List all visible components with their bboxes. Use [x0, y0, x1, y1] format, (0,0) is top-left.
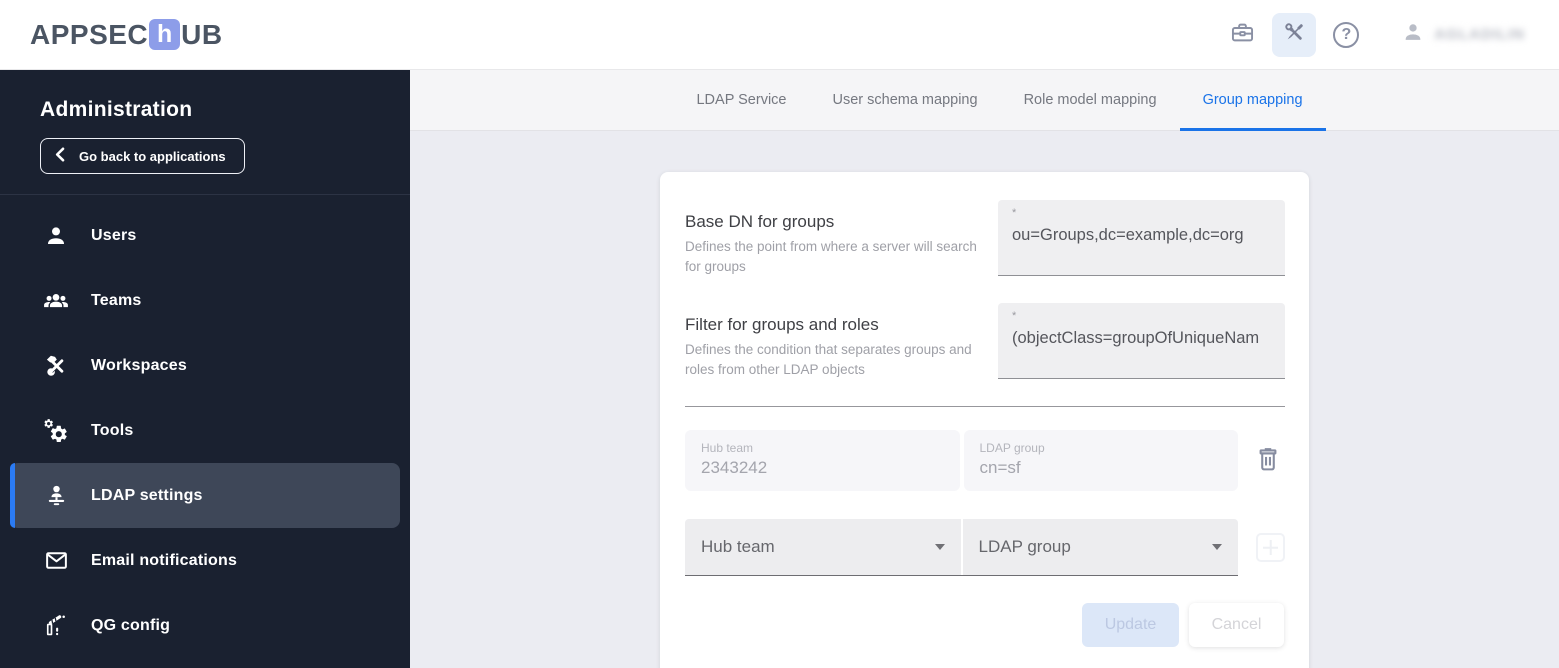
sidebar-title: Administration [40, 98, 193, 121]
boom-barrier-icon [43, 613, 69, 639]
username-label: AGLADILIN [1434, 26, 1525, 43]
sidebar-item-teams[interactable]: Teams [10, 268, 400, 333]
go-back-label: Go back to applications [79, 148, 226, 164]
filter-info: Filter for groups and roles Defines the … [685, 303, 985, 379]
filter-field-row: Filter for groups and roles Defines the … [685, 303, 1285, 380]
filter-label: Filter for groups and roles [685, 315, 879, 335]
base-dn-label: Base DN for groups [685, 212, 835, 231]
new-mapping-selects: Hub team LDAP group [685, 519, 1238, 577]
ldap-tabs: LDAP Service User schema mapping Role mo… [410, 70, 1559, 131]
sidebar-item-label: LDAP settings [91, 486, 203, 504]
ldap-group-field: LDAP group cn=sf [963, 430, 1238, 492]
envelope-icon [43, 548, 69, 574]
hub-team-select-label: Hub team [701, 537, 775, 557]
card-divider [685, 406, 1285, 408]
help-button[interactable]: ? [1324, 13, 1368, 57]
cancel-button[interactable]: Cancel [1189, 603, 1284, 648]
app-screen: APPSEC h UB ? AGLADILIN Administration G… [0, 0, 1559, 668]
sidebar-item-workspaces[interactable]: Workspaces [10, 333, 400, 398]
required-marker: * [1012, 310, 1017, 323]
base-dn-field-row: Base DN for groups Defines the point fro… [685, 200, 1285, 277]
mapping-row: Hub team 2343242 LDAP group cn=sf [685, 430, 1285, 492]
required-marker: * [1012, 207, 1017, 219]
go-back-to-applications-button[interactable]: Go back to applications [40, 138, 245, 174]
ldap-group-select[interactable]: LDAP group [962, 519, 1238, 576]
card-actions: Update Cancel [685, 603, 1285, 648]
sidebar-item-email-notifications[interactable]: Email notifications [10, 528, 400, 593]
tab-ldap-service[interactable]: LDAP Service [673, 70, 809, 130]
logo-prefix: APPSEC [30, 18, 149, 50]
sidebar-item-tools[interactable]: Tools [10, 398, 400, 463]
mapping-fields: Hub team 2343242 LDAP group cn=sf [685, 430, 1238, 492]
base-dn-info: Base DN for groups Defines the point fro… [685, 200, 985, 276]
sidebar-item-ldap-settings[interactable]: LDAP settings [10, 463, 400, 528]
filter-description: Defines the condition that separates gro… [685, 342, 972, 377]
chevron-down-icon [1212, 544, 1222, 551]
hub-team-field-value: 2343242 [701, 458, 768, 478]
hub-team-select[interactable]: Hub team [685, 519, 961, 576]
logo-h-icon: h [149, 19, 181, 50]
base-dn-value: ou=Groups,dc=example,dc=org [1012, 226, 1244, 244]
group-mapping-card: Base DN for groups Defines the point fro… [660, 172, 1309, 668]
new-mapping-row: Hub team LDAP group [685, 519, 1285, 577]
tab-role-model-mapping[interactable]: Role model mapping [1001, 70, 1180, 130]
hammer-wrench-icon [43, 353, 69, 379]
add-mapping-button[interactable] [1256, 533, 1285, 563]
chevron-left-icon [55, 147, 65, 165]
sidebar-item-label: Teams [91, 291, 142, 309]
update-button[interactable]: Update [1082, 603, 1179, 648]
ldap-group-field-label: LDAP group [979, 441, 1045, 456]
logo-suffix: UB [181, 18, 223, 50]
sidebar-item-label: Workspaces [91, 356, 187, 374]
filter-input[interactable]: * (objectClass=groupOfUniqueNam [998, 303, 1285, 380]
hub-team-field: Hub team 2343242 [685, 430, 960, 492]
hub-team-field-label: Hub team [701, 441, 754, 456]
tab-group-mapping[interactable]: Group mapping [1179, 70, 1326, 131]
appsechub-logo: APPSEC h UB [30, 19, 223, 51]
sidebar-item-users[interactable]: Users [10, 203, 400, 268]
base-dn-description: Defines the point from where a server wi… [685, 239, 977, 274]
sidebar-header: Administration Go back to applications [0, 70, 410, 194]
briefcase-icon [1229, 19, 1256, 51]
sidebar-item-qg-config[interactable]: QG config [10, 593, 400, 658]
content-area: Base DN for groups Defines the point fro… [410, 131, 1559, 668]
sidebar-item-label: Tools [91, 421, 134, 439]
main-area: LDAP Service User schema mapping Role mo… [410, 70, 1559, 668]
tab-user-schema-mapping[interactable]: User schema mapping [809, 70, 1000, 130]
base-dn-input[interactable]: * ou=Groups,dc=example,dc=org [998, 200, 1285, 277]
topbar: APPSEC h UB ? AGLADILIN [0, 0, 1559, 70]
help-icon: ? [1333, 21, 1360, 48]
ldap-group-select-label: LDAP group [978, 537, 1071, 557]
sidebar-nav: Users Teams Workspaces Tools LDAP settin… [0, 195, 410, 658]
filter-value: (objectClass=groupOfUniqueNam [1012, 329, 1260, 348]
trash-icon [1254, 444, 1282, 477]
teams-icon [43, 288, 69, 314]
wrench-screwdriver-icon [1281, 19, 1308, 51]
admin-tools-button[interactable] [1272, 12, 1317, 57]
sidebar-item-label: QG config [91, 616, 171, 634]
topbar-actions: ? AGLADILIN [1220, 12, 1525, 57]
user-avatar-icon [1402, 21, 1424, 48]
admin-sidebar: Administration Go back to applications U… [0, 70, 410, 668]
delete-mapping-button[interactable] [1251, 443, 1285, 479]
gears-icon [43, 418, 69, 444]
chevron-down-icon [934, 544, 945, 551]
person-icon [43, 223, 69, 249]
sidebar-item-label: Users [91, 226, 137, 244]
sidebar-item-label: Email notifications [91, 551, 238, 569]
user-menu[interactable]: AGLADILIN [1402, 21, 1525, 48]
ldap-person-hub-icon [43, 483, 69, 509]
toolbox-button[interactable] [1220, 13, 1264, 57]
ldap-group-field-value: cn=sf [979, 458, 1021, 478]
